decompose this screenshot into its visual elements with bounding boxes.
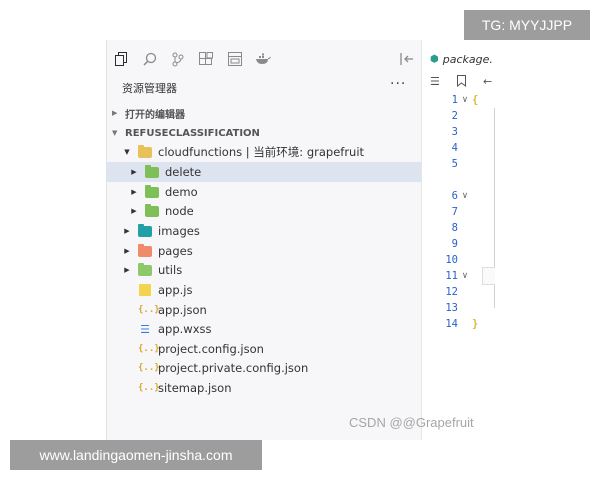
back-arrow-icon[interactable]: ←: [483, 75, 492, 88]
json-file-icon: {..}: [138, 363, 160, 373]
gutter-line: 9: [451, 238, 458, 250]
gutter-line: 6 ∨: [422, 188, 495, 204]
gutter-line: 1 ∨{: [451, 94, 479, 106]
open-editors-label: 打开的编辑器: [125, 109, 185, 121]
tree-item-label: cloudfunctions | 当前环境: grapefruit: [158, 145, 365, 159]
chevron-right-icon: ▶: [112, 109, 118, 117]
gutter-line: 12: [445, 286, 458, 298]
tree-item-app-js[interactable]: app.js: [106, 280, 453, 300]
json-file-icon: {..}: [138, 344, 160, 354]
chevron-right-icon: ▶: [124, 227, 130, 235]
folder-images-icon: [138, 223, 152, 237]
folder-icon: [145, 184, 159, 198]
folder-pages-icon: [138, 243, 152, 257]
docker-icon[interactable]: [254, 50, 272, 68]
tree-item-node[interactable]: ▶ node: [106, 201, 444, 221]
tree-item-label: delete: [165, 165, 202, 179]
split-left-icon[interactable]: [398, 50, 416, 68]
outline-icon[interactable]: ☰: [430, 75, 440, 88]
extensions-icon[interactable]: [197, 50, 215, 68]
gutter-line: 14}: [445, 318, 479, 330]
editor-pane: ⬢ package. ☰ ← 1 ∨{ 2 3 4 5 6 ∨ 7 8 9 10 1…: [421, 40, 495, 440]
tree-item-project-config[interactable]: {..} project.config.json: [106, 339, 453, 359]
npm-package-icon: ⬢: [430, 53, 439, 65]
gutter-line: 13: [445, 302, 458, 314]
fold-chevron-icon: ∨: [462, 95, 468, 105]
gutter-line: 5: [451, 158, 458, 170]
files-icon[interactable]: [112, 50, 130, 68]
tree-item-label: sitemap.json: [158, 381, 232, 395]
tree-item-label: pages: [158, 244, 193, 258]
chevron-right-icon: ▶: [124, 266, 130, 274]
chevron-right-icon: ▶: [131, 188, 137, 196]
gutter-line: 4: [451, 142, 458, 154]
tree-item-label: app.json: [158, 303, 207, 317]
chevron-right-icon: ▶: [124, 247, 130, 255]
chevron-down-icon: ▼: [124, 148, 130, 156]
tree-item-label: images: [158, 224, 200, 238]
tree-item-pages[interactable]: ▶ pages: [106, 241, 437, 261]
open-editors-section[interactable]: ▶ 打开的编辑器: [112, 104, 185, 122]
chevron-down-icon: ▼: [112, 129, 118, 137]
gutter-line: 3: [451, 126, 458, 138]
source-control-icon[interactable]: [169, 50, 187, 68]
tree-item-label: project.config.json: [158, 342, 264, 356]
url-badge: www.landingaomen-jinsha.com: [10, 440, 262, 470]
folder-icon: [145, 203, 159, 217]
json-file-icon: {..}: [138, 305, 160, 315]
gutter-line: 7: [451, 206, 458, 218]
explorer-title: 资源管理器: [122, 82, 177, 95]
more-actions-button[interactable]: ···: [390, 76, 406, 92]
bookmark-icon[interactable]: [457, 75, 466, 90]
project-section[interactable]: ▼ REFUSECLASSIFICATION: [112, 124, 260, 142]
editor-tab-label: package.: [442, 52, 493, 66]
tree-item-label: demo: [165, 185, 198, 199]
chevron-right-icon: ▶: [131, 207, 137, 215]
project-label: REFUSECLASSIFICATION: [125, 127, 260, 139]
tree-item-label: app.js: [158, 283, 193, 297]
tree-item-project-private-config[interactable]: {..} project.private.config.json: [106, 358, 453, 378]
gutter-line: 8: [451, 222, 458, 234]
tree-item-cloudfunctions[interactable]: ▼ cloudfunctions | 当前环境: grapefruit: [106, 142, 437, 162]
folder-utils-icon: [138, 262, 152, 276]
js-file-icon: [139, 284, 151, 296]
search-icon[interactable]: [141, 50, 159, 68]
json-file-icon: {..}: [138, 383, 160, 393]
tree-item-app-wxss[interactable]: ☰ app.wxss: [106, 319, 453, 339]
gutter-line: 11 ∨: [422, 268, 495, 284]
tree-item-label: utils: [158, 263, 183, 277]
tree-item-demo[interactable]: ▶ demo: [106, 182, 444, 202]
csdn-watermark: CSDN @@Grapefruit: [349, 415, 474, 430]
fold-chevron-icon: ∨: [462, 271, 468, 281]
tree-item-images[interactable]: ▶ images: [106, 221, 437, 241]
folder-open-icon: [138, 144, 152, 158]
tree-item-sitemap[interactable]: {..} sitemap.json: [106, 378, 453, 398]
tree-item-label: project.private.config.json: [158, 361, 309, 375]
css-file-icon: ☰: [140, 322, 150, 336]
folder-icon: [145, 164, 159, 178]
tg-badge: TG: MYYJJPP: [464, 10, 590, 40]
tree-item-delete[interactable]: ▶ delete: [106, 162, 444, 182]
chevron-right-icon: ▶: [131, 168, 137, 176]
fold-chevron-icon: ∨: [462, 191, 468, 201]
tree-item-label: node: [165, 204, 194, 218]
tree-item-app-json[interactable]: {..} app.json: [106, 300, 453, 320]
tree-item-label: app.wxss: [158, 322, 212, 336]
editor-tab[interactable]: ⬢ package.: [422, 50, 493, 68]
gutter-line: 10: [445, 254, 458, 266]
gutter-line: 2: [451, 110, 458, 122]
tree-item-utils[interactable]: ▶ utils: [106, 260, 437, 280]
cloud-icon[interactable]: [226, 50, 244, 68]
